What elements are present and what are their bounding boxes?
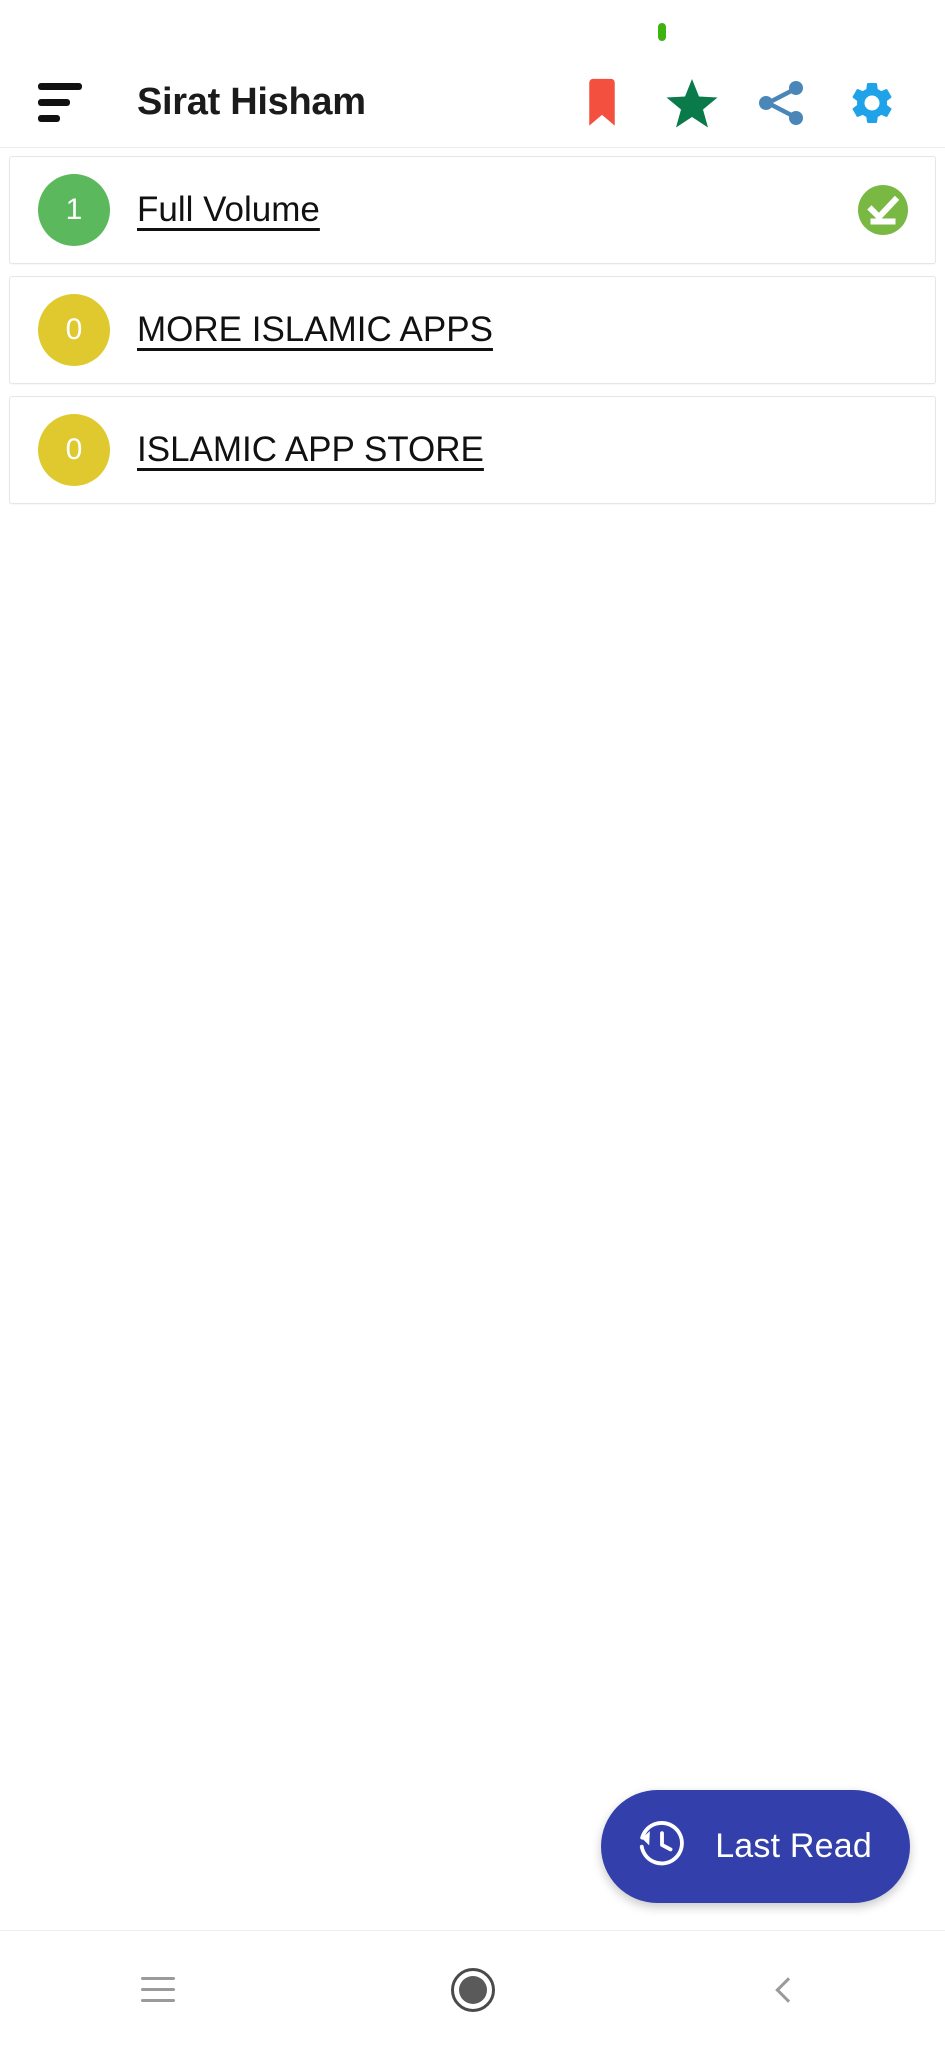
settings-gear-icon[interactable] [827,64,917,142]
sort-menu-line-2 [38,99,70,106]
app-bar-actions [557,64,917,142]
list-item[interactable]: 1 Full Volume [9,156,936,264]
star-icon[interactable] [647,64,737,142]
sort-menu-line-3 [38,115,60,122]
chapter-title: ISLAMIC APP STORE [137,430,484,469]
recents-icon[interactable] [0,1931,315,2048]
bookmark-icon[interactable] [557,64,647,142]
home-inner-dot [458,1975,487,2004]
chapter-count: 0 [65,433,83,466]
recents-line-3 [140,1999,175,2002]
back-chevron-shape [774,1976,801,2003]
recents-line-2 [140,1988,175,1991]
android-nav-bar [0,1930,945,2048]
sort-menu-icon[interactable] [32,72,94,134]
chapter-list: 1 Full Volume 0 MORE ISLAMIC APPS 0 ISLA… [0,148,945,1930]
app-bar: Sirat Hisham [0,58,945,148]
status-bar [0,0,945,58]
last-read-label: Last Read [715,1827,872,1865]
sort-menu-line-1 [38,83,82,90]
completed-check-icon [857,184,909,236]
chapter-title: MORE ISLAMIC APPS [137,310,493,349]
chapter-title: Full Volume [137,190,320,229]
share-icon[interactable] [737,64,827,142]
history-restore-icon [635,1817,689,1876]
green-status-dot [658,23,666,41]
recents-line-1 [140,1977,175,1980]
home-outer-ring [450,1967,495,2012]
list-item[interactable]: 0 ISLAMIC APP STORE [9,396,936,504]
page-title: Sirat Hisham [137,81,366,123]
home-circle-icon[interactable] [315,1931,630,2048]
chapter-count-badge: 0 [38,294,110,366]
last-read-button[interactable]: Last Read [601,1790,910,1903]
chapter-count: 1 [65,193,83,226]
app-screen: Sirat Hisham 1 Full Volume 0 MORE ISLAMI… [0,0,945,2048]
chapter-count: 0 [65,313,83,346]
list-item[interactable]: 0 MORE ISLAMIC APPS [9,276,936,384]
chapter-count-badge: 0 [38,414,110,486]
back-chevron-icon[interactable] [630,1931,945,2048]
chapter-count-badge: 1 [38,174,110,246]
